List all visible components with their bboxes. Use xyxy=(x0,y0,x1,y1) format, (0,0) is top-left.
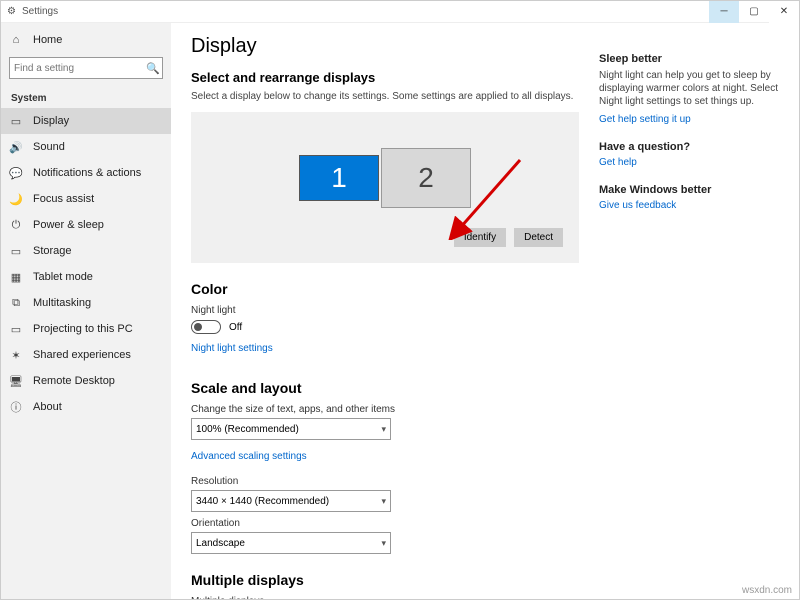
orientation-value: Landscape xyxy=(196,538,245,549)
toggle-state: Off xyxy=(229,322,242,333)
aside-feedback-link[interactable]: Give us feedback xyxy=(599,200,676,211)
focus-icon: 🌙 xyxy=(9,193,23,206)
detect-button[interactable]: Detect xyxy=(514,228,563,247)
sidebar-item-label: Storage xyxy=(33,245,72,257)
sidebar-item-power[interactable]: ⏻ Power & sleep xyxy=(1,212,171,238)
sidebar-item-label: Tablet mode xyxy=(33,271,93,283)
sidebar-item-tablet[interactable]: ▦ Tablet mode xyxy=(1,264,171,290)
night-light-toggle[interactable]: Off xyxy=(191,320,579,334)
resolution-select[interactable]: 3440 × 1440 (Recommended) ▾ xyxy=(191,490,391,512)
search-box[interactable]: 🔍 xyxy=(9,57,163,79)
sidebar-item-multitasking[interactable]: ⧉ Multitasking xyxy=(1,290,171,316)
night-light-label: Night light xyxy=(191,305,579,316)
window-title: Settings xyxy=(22,6,58,17)
settings-icon: ⚙ xyxy=(7,6,16,17)
tablet-icon: ▦ xyxy=(9,271,23,284)
sidebar-item-focus-assist[interactable]: 🌙 Focus assist xyxy=(1,186,171,212)
sidebar-item-label: Display xyxy=(33,115,69,127)
sidebar-item-projecting[interactable]: ▭ Projecting to this PC xyxy=(1,316,171,342)
settings-window: ⚙ Settings ─ ▢ ✕ ⌂ Home 🔍 System ▭ Displ… xyxy=(0,0,800,600)
aside-question-title: Have a question? xyxy=(599,141,785,153)
help-aside: Sleep better Night light can help you ge… xyxy=(599,23,799,599)
aside-question-link[interactable]: Get help xyxy=(599,157,637,168)
toggle-switch[interactable] xyxy=(191,320,221,334)
search-icon: 🔍 xyxy=(146,62,160,75)
sidebar-item-label: Projecting to this PC xyxy=(33,323,133,335)
sidebar-item-storage[interactable]: ▭ Storage xyxy=(1,238,171,264)
sidebar-item-label: Remote Desktop xyxy=(33,375,115,387)
sidebar-item-label: About xyxy=(33,401,62,413)
scale-heading: Scale and layout xyxy=(191,380,579,396)
resolution-label: Resolution xyxy=(191,476,579,487)
sidebar-category: System xyxy=(1,85,171,108)
display-arrange-panel: 1 2 Identify Detect xyxy=(191,112,579,263)
sidebar-home-label: Home xyxy=(33,34,62,46)
sidebar-home[interactable]: ⌂ Home xyxy=(1,27,171,53)
sidebar-item-label: Sound xyxy=(33,141,65,153)
display-icon: ▭ xyxy=(9,115,23,128)
aside-sleep-body: Night light can help you get to sleep by… xyxy=(599,69,785,108)
projecting-icon: ▭ xyxy=(9,323,23,336)
content: Display Select and rearrange displays Se… xyxy=(171,23,599,599)
aside-sleep-link[interactable]: Get help setting it up xyxy=(599,114,691,125)
sidebar-item-label: Shared experiences xyxy=(33,349,131,361)
aside-sleep-title: Sleep better xyxy=(599,53,785,65)
orientation-select[interactable]: Landscape ▾ xyxy=(191,532,391,554)
watermark: wsxdn.com xyxy=(742,585,792,596)
power-icon: ⏻ xyxy=(9,219,23,232)
storage-icon: ▭ xyxy=(9,245,23,258)
sidebar-item-about[interactable]: ⓘ About xyxy=(1,394,171,420)
home-icon: ⌂ xyxy=(9,34,23,46)
about-icon: ⓘ xyxy=(9,399,23,415)
multitasking-icon: ⧉ xyxy=(9,297,23,310)
multiple-displays-label: Multiple displays xyxy=(191,596,579,599)
scale-label: Change the size of text, apps, and other… xyxy=(191,404,579,415)
chevron-down-icon: ▾ xyxy=(381,538,386,549)
scale-select[interactable]: 100% (Recommended) ▾ xyxy=(191,418,391,440)
rearrange-heading: Select and rearrange displays xyxy=(191,70,579,85)
search-input[interactable] xyxy=(14,63,146,74)
advanced-scaling-link[interactable]: Advanced scaling settings xyxy=(191,451,307,462)
night-light-settings-link[interactable]: Night light settings xyxy=(191,343,273,354)
sidebar-item-display[interactable]: ▭ Display xyxy=(1,108,171,134)
sidebar-item-label: Notifications & actions xyxy=(33,167,141,179)
sidebar-item-label: Power & sleep xyxy=(33,219,104,231)
titlebar: ⚙ Settings ─ ▢ ✕ xyxy=(1,1,799,23)
identify-button[interactable]: Identify xyxy=(454,228,506,247)
remote-icon: 🖥 xyxy=(9,375,23,388)
monitor-2[interactable]: 2 xyxy=(381,148,471,208)
sidebar-item-label: Multitasking xyxy=(33,297,91,309)
page-title: Display xyxy=(191,35,579,58)
color-heading: Color xyxy=(191,281,579,297)
sidebar: ⌂ Home 🔍 System ▭ Display 🔊 Sound 💬 Noti… xyxy=(1,23,171,599)
sidebar-item-notifications[interactable]: 💬 Notifications & actions xyxy=(1,160,171,186)
sound-icon: 🔊 xyxy=(9,141,23,154)
chevron-down-icon: ▾ xyxy=(381,496,386,507)
maximize-button[interactable]: ▢ xyxy=(739,1,769,23)
multiple-displays-heading: Multiple displays xyxy=(191,572,579,588)
rearrange-desc: Select a display below to change its set… xyxy=(191,91,579,102)
aside-feedback-title: Make Windows better xyxy=(599,184,785,196)
sidebar-item-sound[interactable]: 🔊 Sound xyxy=(1,134,171,160)
orientation-label: Orientation xyxy=(191,518,579,529)
close-button[interactable]: ✕ xyxy=(769,1,799,23)
monitor-1[interactable]: 1 xyxy=(299,155,379,201)
shared-icon: ✶ xyxy=(9,349,23,362)
sidebar-item-label: Focus assist xyxy=(33,193,94,205)
scale-value: 100% (Recommended) xyxy=(196,424,299,435)
resolution-value: 3440 × 1440 (Recommended) xyxy=(196,496,329,507)
notifications-icon: 💬 xyxy=(9,167,23,180)
sidebar-item-shared[interactable]: ✶ Shared experiences xyxy=(1,342,171,368)
minimize-button[interactable]: ─ xyxy=(709,1,739,23)
sidebar-item-remote[interactable]: 🖥 Remote Desktop xyxy=(1,368,171,394)
chevron-down-icon: ▾ xyxy=(381,424,386,435)
